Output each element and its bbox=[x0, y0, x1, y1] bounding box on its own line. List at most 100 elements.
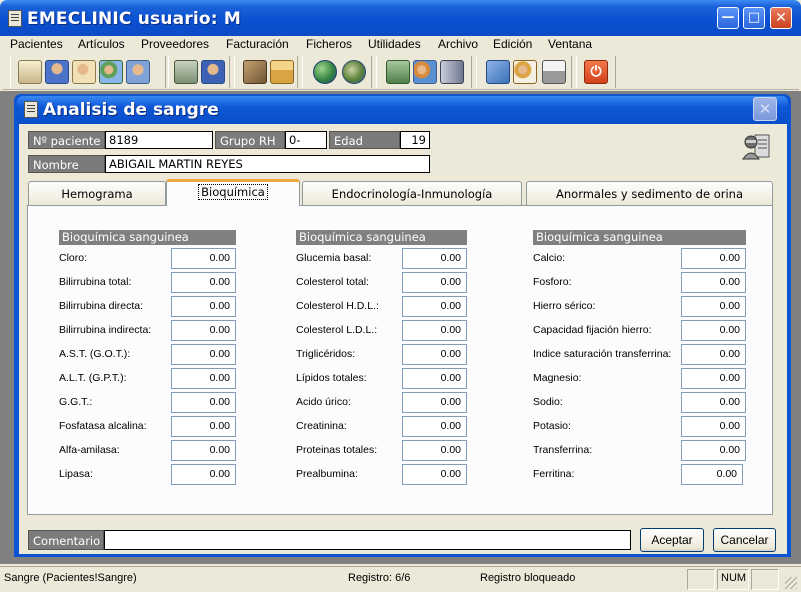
menu-edicion[interactable]: Edición bbox=[493, 37, 532, 51]
globe-world-icon[interactable] bbox=[342, 60, 366, 84]
minimize-icon[interactable]: — bbox=[717, 7, 739, 29]
field-label: Sodio: bbox=[533, 396, 563, 408]
field-label: Colesterol total: bbox=[296, 276, 369, 288]
menubar: Pacientes Artículos Proveedores Facturac… bbox=[2, 36, 799, 54]
menu-facturacion[interactable]: Facturación bbox=[226, 37, 289, 51]
tab-endocrinologia[interactable]: Endocrinología-Inmunología bbox=[302, 181, 522, 206]
patient-icon[interactable] bbox=[45, 60, 69, 84]
patient-search-icon[interactable] bbox=[126, 60, 150, 84]
field-input[interactable]: 0.00 bbox=[681, 392, 746, 413]
field-input[interactable]: 0.00 bbox=[171, 416, 236, 437]
cancel-button[interactable]: Cancelar bbox=[713, 528, 776, 552]
clipboard-icon[interactable] bbox=[174, 60, 198, 84]
field-input[interactable]: 0.00 bbox=[681, 440, 746, 461]
field-label: Indice saturación transferrina: bbox=[533, 348, 672, 360]
field-input[interactable]: 0.00 bbox=[171, 440, 236, 461]
comment-label: Comentario bbox=[28, 530, 104, 550]
edad-field[interactable]: 19 bbox=[400, 131, 430, 149]
notebook-icon[interactable] bbox=[486, 60, 510, 84]
books-icon[interactable] bbox=[243, 60, 267, 84]
menu-archivo[interactable]: Archivo bbox=[438, 37, 478, 51]
field-input[interactable]: 0.00 bbox=[402, 464, 467, 485]
field-input[interactable]: 0.00 bbox=[402, 320, 467, 341]
doctor-icon[interactable] bbox=[201, 60, 225, 84]
comment-field[interactable] bbox=[104, 530, 631, 550]
field-input[interactable]: 0.00 bbox=[171, 392, 236, 413]
mail-people-icon[interactable] bbox=[513, 60, 537, 84]
field-label: Lípidos totales: bbox=[296, 372, 367, 384]
field-input[interactable]: 0.00 bbox=[402, 392, 467, 413]
cash-register-icon[interactable] bbox=[386, 60, 410, 84]
dialog-close-icon[interactable]: ✕ bbox=[753, 97, 777, 121]
field-label: Bilirrubina total: bbox=[59, 276, 132, 288]
server-icon[interactable] bbox=[440, 60, 464, 84]
field-label: Bilirrubina directa: bbox=[59, 300, 144, 312]
field-input[interactable]: 0.00 bbox=[681, 416, 746, 437]
maximize-icon[interactable]: □ bbox=[743, 7, 765, 29]
tab-hemograma[interactable]: Hemograma bbox=[28, 181, 166, 206]
field-label: Acido úrico: bbox=[296, 396, 351, 408]
field-label: Calcio: bbox=[533, 252, 566, 264]
field-input[interactable]: 0.00 bbox=[402, 440, 467, 461]
field-input[interactable]: 0.00 bbox=[171, 464, 236, 485]
field-label: Triglicéridos: bbox=[296, 348, 356, 360]
resize-grip[interactable] bbox=[785, 577, 797, 589]
tab-anormales[interactable]: Anormales y sedimento de orina bbox=[526, 181, 773, 206]
status-num: NUM bbox=[721, 572, 747, 584]
patients-group-icon[interactable] bbox=[99, 60, 123, 84]
field-input[interactable]: 0.00 bbox=[402, 344, 467, 365]
field-input[interactable]: 0.00 bbox=[402, 272, 467, 293]
field-label: Glucemia basal: bbox=[296, 252, 372, 264]
statusbar: Sangre (Pacientes!Sangre) Registro: 6/6 … bbox=[0, 566, 801, 592]
field-input[interactable]: 0.00 bbox=[171, 296, 236, 317]
printer-icon[interactable] bbox=[542, 60, 566, 84]
field-input[interactable]: 0.00 bbox=[681, 296, 746, 317]
app-icon[interactable] bbox=[8, 10, 22, 27]
calendar-icon[interactable] bbox=[18, 60, 42, 84]
people-computer-icon[interactable] bbox=[413, 60, 437, 84]
status-bloqueado: Registro bloqueado bbox=[480, 572, 576, 584]
field-input[interactable]: 0.00 bbox=[681, 368, 746, 389]
field-input[interactable]: 0.00 bbox=[402, 248, 467, 269]
field-input[interactable]: 0.00 bbox=[681, 464, 743, 485]
field-input[interactable]: 0.00 bbox=[681, 344, 746, 365]
grupo-rh-field[interactable]: 0- bbox=[285, 131, 327, 149]
globe-icon[interactable] bbox=[313, 60, 337, 84]
menu-articulos[interactable]: Artículos bbox=[78, 37, 125, 51]
field-input[interactable]: 0.00 bbox=[171, 320, 236, 341]
home-icon[interactable] bbox=[270, 60, 294, 84]
menu-pacientes[interactable]: Pacientes bbox=[10, 37, 63, 51]
field-input[interactable]: 0.00 bbox=[681, 320, 746, 341]
patient-card-icon[interactable] bbox=[72, 60, 96, 84]
field-input[interactable]: 0.00 bbox=[681, 272, 746, 293]
doctor-icon[interactable] bbox=[741, 131, 771, 161]
close-icon[interactable]: ✕ bbox=[770, 7, 792, 29]
field-input[interactable]: 0.00 bbox=[171, 248, 236, 269]
field-label: Alfa-amilasa: bbox=[59, 444, 120, 456]
toolbar: ⏻ bbox=[2, 54, 799, 90]
field-input[interactable]: 0.00 bbox=[171, 272, 236, 293]
menu-proveedores[interactable]: Proveedores bbox=[141, 37, 209, 51]
menu-ficheros[interactable]: Ficheros bbox=[306, 37, 352, 51]
dialog-title: Analisis de sangre bbox=[43, 100, 219, 120]
menu-utilidades[interactable]: Utilidades bbox=[368, 37, 421, 51]
field-input[interactable]: 0.00 bbox=[402, 416, 467, 437]
nombre-field[interactable]: ABIGAIL MARTIN REYES bbox=[105, 155, 430, 173]
field-label: Potasio: bbox=[533, 420, 571, 432]
field-input[interactable]: 0.00 bbox=[402, 368, 467, 389]
field-input[interactable]: 0.00 bbox=[171, 368, 236, 389]
accept-button[interactable]: Aceptar bbox=[640, 528, 704, 552]
patient-no-field[interactable]: 8189 bbox=[105, 131, 213, 149]
app-title: EMECLINIC usuario: M bbox=[27, 9, 242, 29]
menu-ventana[interactable]: Ventana bbox=[548, 37, 592, 51]
field-input[interactable]: 0.00 bbox=[402, 296, 467, 317]
field-label: Colesterol H.D.L.: bbox=[296, 300, 379, 312]
tab-bioquimica[interactable]: Bioquímica bbox=[166, 179, 300, 206]
field-label: A.S.T. (G.O.T.): bbox=[59, 348, 131, 360]
dialog-titlebar: Analisis de sangre bbox=[17, 96, 788, 124]
field-label: Magnesio: bbox=[533, 372, 582, 384]
field-input[interactable]: 0.00 bbox=[171, 344, 236, 365]
field-label: Fosfatasa alcalina: bbox=[59, 420, 147, 432]
field-input[interactable]: 0.00 bbox=[681, 248, 746, 269]
power-icon[interactable]: ⏻ bbox=[584, 60, 608, 84]
